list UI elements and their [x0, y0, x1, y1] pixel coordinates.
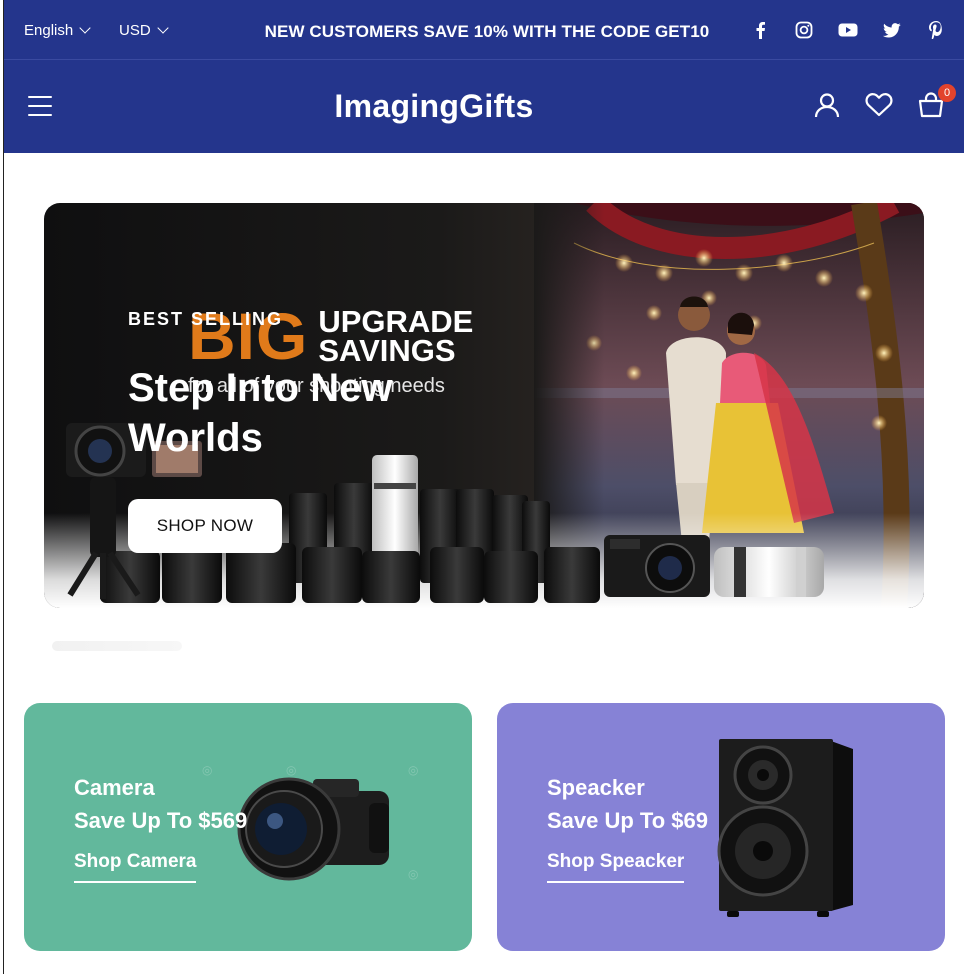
page-frame: English USD NEW CUSTOMERS SAVE 10% WITH … [3, 0, 964, 974]
watermark-icon: ◎ [408, 867, 419, 881]
camera-card-subtitle: Save Up To $569 [74, 808, 248, 833]
camera-card-title: Camera [74, 775, 155, 800]
shop-camera-link[interactable]: Shop Camera [74, 851, 197, 883]
watermark-icon: ◎ [408, 763, 419, 777]
speaker-card-title: Speacker [547, 775, 645, 800]
speaker-promo-card[interactable]: Speacker Save Up To $69 Shop Speacker [497, 703, 945, 951]
speaker-card-subtitle: Save Up To $69 [547, 808, 708, 833]
hero-eyebrow: BEST SELLING [128, 309, 284, 329]
announcement-bar: English USD NEW CUSTOMERS SAVE 10% WITH … [4, 0, 964, 60]
site-logo[interactable]: ImagingGifts [4, 88, 864, 125]
camera-promo-card[interactable]: ◎ ◎ ◎ ◎ Camera Save Up To $569 Shop Came… [24, 703, 472, 951]
facebook-icon[interactable] [750, 20, 770, 40]
speaker-image [717, 739, 853, 917]
twitter-icon[interactable] [882, 20, 902, 40]
wishlist-icon[interactable] [864, 90, 894, 120]
dslr-camera-image [237, 777, 389, 881]
cart-icon[interactable]: 0 [916, 84, 956, 120]
instagram-icon[interactable] [794, 20, 814, 40]
shop-now-button[interactable]: SHOP NOW [128, 499, 282, 553]
social-links [750, 20, 946, 40]
pinterest-icon[interactable] [926, 20, 946, 40]
slider-indicator[interactable] [52, 641, 182, 651]
account-icon[interactable] [812, 90, 842, 120]
watermark-icon: ◎ [202, 763, 213, 777]
cart-count-badge: 0 [938, 84, 956, 102]
logo-text: ImagingGifts [334, 88, 534, 124]
hero-banner: BIG UPGRADE SAVINGS for all of your shoo… [44, 203, 924, 608]
banner-upgrade-savings: UPGRADE SAVINGS [318, 306, 473, 366]
main-header: ImagingGifts 0 [4, 60, 964, 153]
youtube-icon[interactable] [838, 20, 858, 40]
shop-speaker-link[interactable]: Shop Speacker [547, 851, 685, 883]
header-actions: 0 [812, 84, 956, 120]
hero-title: Step Into New Worlds [128, 366, 393, 461]
